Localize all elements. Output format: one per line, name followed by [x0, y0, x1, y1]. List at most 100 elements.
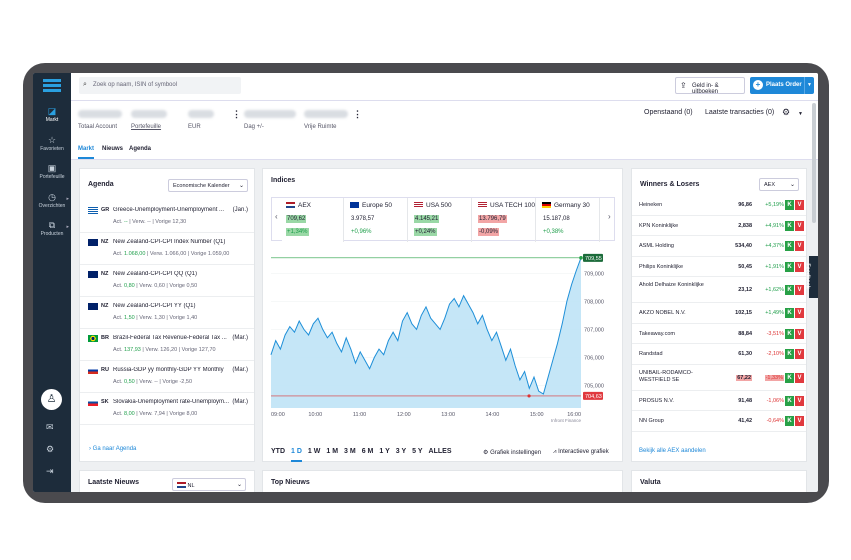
sidebar-item-favorieten[interactable]: ☆ Favorieten	[33, 135, 71, 152]
chevron-left-icon[interactable]: ‹	[275, 212, 278, 221]
geld-button[interactable]: ⇪ Geld in- & uitboeken	[675, 77, 745, 95]
buy-button[interactable]: K	[785, 241, 794, 251]
gear-icon[interactable]: ⚙	[782, 107, 790, 118]
period-1w[interactable]: 1 W	[308, 448, 320, 455]
winners-row[interactable]: Ahold Delhaize Koninklijke 23,12 +1,62% …	[632, 277, 806, 303]
index-tile[interactable]: Germany 30 15.187,08 +0,38%	[538, 198, 600, 242]
buy-button[interactable]: K	[785, 261, 794, 272]
sidebar-item-overzichten[interactable]: ◷ Overzichten ▸	[33, 192, 71, 209]
sell-button[interactable]: V	[795, 416, 804, 426]
stock-name: Ahold Delhaize Koninklijke	[639, 282, 704, 288]
period-3m[interactable]: 3 M	[344, 448, 356, 455]
more-icon[interactable]: ⋮	[232, 109, 241, 120]
index-value: 13.796,79	[478, 215, 507, 223]
buy-button[interactable]: K	[785, 372, 794, 383]
chevron-down-icon[interactable]: ▼	[804, 77, 814, 94]
stock-name: Takeaway.com	[639, 330, 675, 337]
app-screen: ◪ Markt ☆ Favorieten ▣ Portefeuille ◷ Overzi…	[33, 73, 818, 492]
avatar[interactable]: ♙	[41, 389, 62, 410]
buy-button[interactable]: K	[785, 200, 794, 210]
chevron-right-icon[interactable]: ›	[608, 212, 611, 221]
period-1d[interactable]: 1 D	[291, 448, 302, 462]
agenda-filter-select[interactable]: Economische Kalender ⌄	[168, 179, 248, 192]
aex-link[interactable]: Bekijk alle AEX aandelen	[639, 448, 706, 454]
buy-button[interactable]: K	[785, 308, 794, 318]
tab-nieuws[interactable]: Nieuws	[102, 146, 123, 152]
sidebar-item-producten[interactable]: ⧉ Producten ▸	[33, 220, 71, 237]
search-input[interactable]: ⌕ Zoek op naam, ISIN of symbool	[79, 77, 241, 94]
nieuws-country-select[interactable]: NL ⌄	[172, 478, 246, 491]
period-5y[interactable]: 5 Y	[412, 448, 422, 455]
x-tick-label: 13:00	[441, 412, 455, 418]
period-alles[interactable]: ALLES	[429, 448, 452, 455]
winners-row[interactable]: NN Group 41,42 -0,64% K V	[632, 411, 806, 432]
winners-row[interactable]: Heineken 96,86 +5,19% K V	[632, 195, 806, 216]
transacties-link[interactable]: Laatste transacties (0)	[705, 109, 774, 116]
index-name: AEX	[286, 202, 311, 209]
winners-row[interactable]: KPN Koninklijke 2,838 +4,91% K V	[632, 216, 806, 236]
openstaand-link[interactable]: Openstaand (0)	[644, 109, 693, 116]
period-1m[interactable]: 1 M	[326, 448, 338, 455]
gr-flag-icon	[88, 207, 98, 214]
agenda-item[interactable]: NZ New Zealand-CPI-CPI Index Number (Q1)…	[80, 233, 254, 265]
logo-icon[interactable]	[43, 79, 61, 93]
sell-button[interactable]: V	[795, 349, 804, 359]
portefeuille-link[interactable]: Portefeuille	[131, 124, 161, 130]
sell-button[interactable]: V	[795, 200, 804, 210]
agenda-item[interactable]: RU Russia-GDP yy monthly-GDP YY Monthly …	[80, 361, 254, 393]
logout-icon[interactable]: ⇥	[46, 466, 54, 477]
index-tile[interactable]: USA TECH 100 13.796,79 -0,09%	[474, 198, 536, 242]
interactieve-grafiek-button[interactable]: ⩘ Interactieve grafiek	[553, 449, 609, 456]
sidebar-item-markt[interactable]: ◪ Markt	[33, 106, 71, 123]
agenda-item[interactable]: BR Brazil-Federal Tax Revenue-Federal Ta…	[80, 329, 254, 361]
sell-button[interactable]: V	[795, 285, 804, 295]
chevron-down-icon[interactable]: ▼	[798, 111, 803, 117]
buy-button[interactable]: K	[785, 328, 794, 339]
buy-button[interactable]: K	[785, 349, 794, 359]
tab-markt[interactable]: Markt	[78, 146, 95, 159]
sell-button[interactable]: V	[795, 395, 804, 406]
sell-button[interactable]: V	[795, 308, 804, 318]
index-tile[interactable]: Europe 50 3.978,57 +0,96%	[346, 198, 408, 242]
sell-button[interactable]: V	[795, 220, 804, 231]
mail-icon[interactable]: ✉	[46, 422, 54, 433]
agenda-link[interactable]: › Ga naar Agenda	[89, 446, 136, 452]
period-3y[interactable]: 3 Y	[396, 448, 406, 455]
sell-button[interactable]: V	[795, 328, 804, 339]
winners-row[interactable]: Randstad 61,30 -2,10% K V	[632, 344, 806, 365]
agenda-item[interactable]: NZ New Zealand-CPI-CPI YY (Q1) Act. 1,50…	[80, 297, 254, 329]
scrollbar[interactable]	[812, 103, 816, 223]
agenda-item[interactable]: GR Greece-Unemployment-Unemployment ... …	[80, 201, 254, 233]
more-icon[interactable]: ⋮	[353, 109, 362, 120]
agenda-item-title: New Zealand-CPI-CPI Index Number (Q1)	[113, 239, 226, 245]
feedback-button[interactable]: Feedback	[805, 256, 818, 298]
period-6m[interactable]: 6 M	[362, 448, 374, 455]
winners-row[interactable]: Philips Koninklijke 50,45 +1,91% K V	[632, 257, 806, 277]
buy-button[interactable]: K	[785, 416, 794, 426]
buy-button[interactable]: K	[785, 395, 794, 406]
winners-row[interactable]: UNIBAIL-RODAMCO-WESTFIELD SE 67,22 -1,33…	[632, 365, 806, 391]
buy-button[interactable]: K	[785, 220, 794, 231]
index-tile[interactable]: AEX 709,62 +1,34%	[282, 198, 344, 242]
sell-button[interactable]: V	[795, 261, 804, 272]
buy-button[interactable]: K	[785, 285, 794, 295]
period-ytd[interactable]: YTD	[271, 448, 285, 455]
sell-button[interactable]: V	[795, 241, 804, 251]
sell-button[interactable]: V	[795, 372, 804, 383]
winners-row[interactable]: PROSUS N.V. 91,48 -1,06% K V	[632, 391, 806, 411]
grafiek-instellingen-button[interactable]: ⚙ Grafiek instellingen	[483, 449, 541, 456]
index-tile[interactable]: USA 500 4.145,21 +0,24%	[410, 198, 472, 242]
winners-row[interactable]: AKZO NOBEL N.V. 102,15 +1,49% K V	[632, 303, 806, 324]
period-1y[interactable]: 1 Y	[379, 448, 389, 455]
agenda-item-title: New Zealand-CPI-CPI QQ (Q1)	[113, 271, 198, 277]
price-chart[interactable]: 709,000 708,000 707,000 706,000 705,000 704,6…	[269, 244, 614, 434]
winners-row[interactable]: Takeaway.com 88,84 -3,51% K V	[632, 324, 806, 344]
agenda-item[interactable]: NZ New Zealand-CPI-CPI QQ (Q1) Act. 0,80…	[80, 265, 254, 297]
plaats-order-button[interactable]: + Plaats Order ▼	[750, 77, 814, 94]
winners-index-select[interactable]: AEX ⌄	[759, 178, 799, 191]
agenda-item[interactable]: SK Slovakia-Unemployment rate-Unemploym.…	[80, 393, 254, 425]
sidebar-item-portefeuille[interactable]: ▣ Portefeuille	[33, 163, 71, 180]
gear-icon[interactable]: ⚙	[46, 444, 54, 455]
winners-row[interactable]: ASML Holding 534,40 +4,37% K V	[632, 236, 806, 257]
tab-agenda[interactable]: Agenda	[129, 146, 151, 152]
